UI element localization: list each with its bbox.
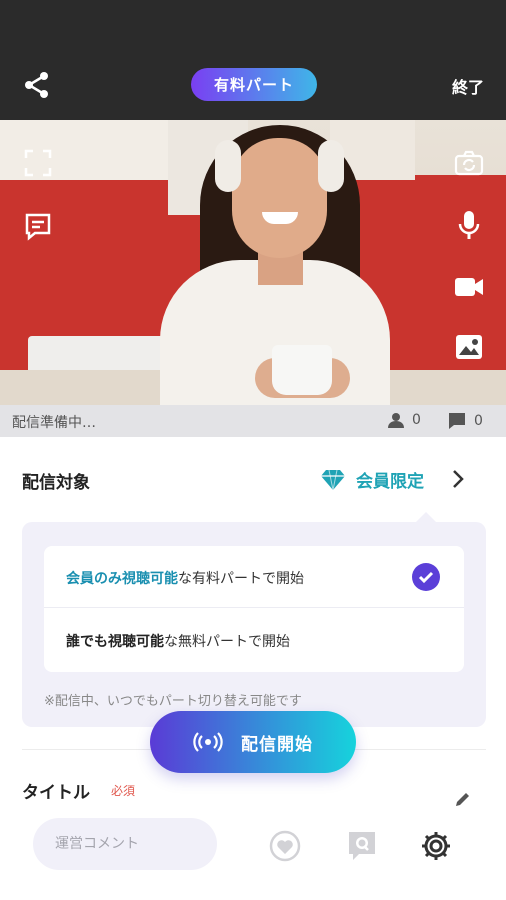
share-icon[interactable]	[22, 70, 52, 100]
part-options: 会員のみ視聴可能な有料パートで開始 誰でも視聴可能な無料パートで開始	[44, 546, 464, 672]
microphone-icon[interactable]	[452, 208, 486, 242]
person-icon	[388, 413, 404, 428]
check-icon	[412, 563, 440, 591]
required-badge: 必須	[111, 784, 136, 798]
comment-toggle-icon[interactable]	[22, 210, 54, 242]
chevron-right-icon[interactable]	[450, 467, 466, 495]
comment-count: 0	[448, 412, 483, 430]
option-free-part-label: 誰でも視聴可能な無料パートで開始	[66, 634, 290, 650]
panel-pointer	[416, 512, 436, 522]
gear-icon[interactable]	[418, 828, 454, 864]
start-broadcast-label: 配信開始	[241, 734, 313, 755]
heart-icon[interactable]	[267, 828, 303, 864]
start-broadcast-button[interactable]: 配信開始	[150, 711, 356, 773]
camera-preview	[0, 120, 506, 405]
question-icon[interactable]	[344, 828, 380, 864]
diamond-icon	[321, 469, 345, 490]
comment-icon	[449, 413, 465, 429]
stream-status-text: 配信準備中…	[12, 415, 96, 431]
broadcast-target-value: 会員限定	[320, 467, 424, 492]
viewer-count: 0	[388, 412, 421, 428]
fullscreen-icon[interactable]	[22, 147, 54, 179]
bottom-bar	[0, 808, 506, 900]
broadcast-target-label: 配信対象	[22, 473, 90, 493]
option-paid-part-label: 会員のみ視聴可能な有料パートで開始	[66, 571, 304, 587]
end-button[interactable]: 終了	[452, 74, 484, 98]
title-label: タイトル	[22, 783, 90, 803]
broadcast-target-row[interactable]: 配信対象 会員限定	[0, 455, 506, 503]
camera-switch-icon[interactable]	[452, 147, 486, 179]
video-camera-icon[interactable]	[452, 270, 486, 304]
viewer-count-value: 0	[412, 412, 421, 428]
stream-status-bar: 配信準備中… 0 0	[0, 405, 506, 437]
staff-comment-input[interactable]	[33, 818, 217, 870]
option-paid-part[interactable]: 会員のみ視聴可能な有料パートで開始	[44, 546, 464, 608]
option-free-part[interactable]: 誰でも視聴可能な無料パートで開始	[44, 609, 464, 671]
broadcast-icon	[193, 732, 223, 752]
image-icon[interactable]	[452, 330, 486, 364]
member-only-value: 会員限定	[356, 472, 424, 492]
switch-note: ※配信中、いつでもパート切り替え可能です	[44, 694, 302, 709]
paid-part-badge[interactable]: 有料パート	[191, 68, 317, 101]
comment-count-value: 0	[474, 413, 483, 429]
top-bar: 有料パート 終了	[0, 0, 506, 120]
